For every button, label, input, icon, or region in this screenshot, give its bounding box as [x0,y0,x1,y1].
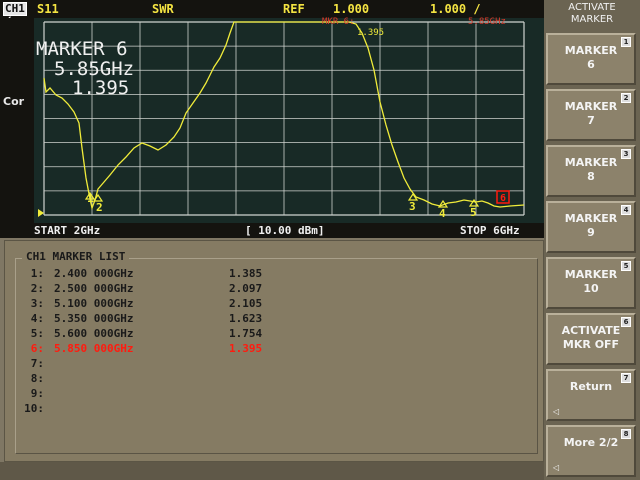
marker-3-label: 3 [409,200,416,213]
marker-frequency: 5.350 000GHz [54,312,134,325]
marker-frequency: 2.400 000GHz [54,267,134,280]
softkey-number-badge: 2 [621,93,631,103]
softkey-7[interactable]: Return 7 ◁ [546,369,636,421]
ref-marker-value: 1.395 [357,28,384,38]
reference-position-icon [38,209,44,217]
marker-index: 10: [24,402,44,415]
marker-list-title: CH1 MARKER LIST [22,250,130,263]
marker-list-row: 1: 2.400 000GHz 1.385 [22,266,262,281]
marker-swr-value: 2.105 [229,297,263,310]
submenu-arrow-icon: ◁ [553,407,560,416]
softkey-3[interactable]: MARKER 83 [546,145,636,197]
submenu-arrow-icon: ◁ [553,463,560,472]
softkey-number-badge: 3 [621,149,631,159]
marker-readout-value: 1.395 [72,77,130,99]
marker-frequency: 5.600 000GHz [54,327,134,340]
marker-index: 7: [30,357,44,370]
softkey-6[interactable]: ACTIVATE MKR OFF 6 [546,313,636,365]
marker-list-row: 7: [22,356,44,371]
softkey-menu-title: ACTIVATE MARKER [568,2,616,25]
marker-index: 2: [30,282,44,295]
marker-1[interactable]: 1 [84,191,96,205]
source-power: [ 10.00 dBm] [245,224,325,237]
marker-list-row: 3: 5.100 000GHz 2.105 [22,296,262,311]
marker-swr-value: 1.395 [229,342,263,355]
marker-readout-freq: 5.85GHz [54,58,135,80]
marker-frequency: 5.850 000GHz [54,342,134,355]
marker-4-label: 4 [439,207,446,220]
softkey-label: MARKER 8 [564,156,618,183]
softkey-4[interactable]: MARKER 94 [546,201,636,253]
softkey-number-badge: 6 [621,317,631,327]
marker-6-label: 6 [500,193,506,204]
softkey-number-badge: 8 [621,429,631,439]
marker-index: 6: [30,342,44,355]
marker-index: 5: [30,327,44,340]
stop-frequency: STOP 6GHz [460,224,520,237]
softkey-label: MARKER 9 [564,212,618,239]
marker-2-label: 2 [96,201,103,214]
softkey-label: MARKER 6 [564,44,618,71]
top-right-freq: 5.85GHz [468,17,506,27]
ref-marker-note: MKR 6: [322,17,355,27]
marker-6-active[interactable]: 6 [496,190,510,204]
softkey-label: ACTIVATE MKR OFF [561,324,621,351]
marker-list-row: 4: 5.350 000GHz 1.623 [22,311,262,326]
softkey-1[interactable]: MARKER 61 [546,33,636,85]
start-frequency: START 2GHz [34,224,101,237]
marker-swr-value: 1.754 [229,327,263,340]
marker-index: 1: [30,267,44,280]
marker-list-row: 2: 2.500 000GHz 2.097 [22,281,262,296]
marker-swr-value: 1.385 [229,267,263,280]
marker-index: 4: [30,312,44,325]
marker-index: 9: [30,387,44,400]
softkey-number-badge: 5 [621,261,631,271]
marker-5[interactable]: 5 [468,198,480,219]
bottom-strip [0,462,544,480]
marker-list-row: 9: [22,386,44,401]
softkey-number-badge: 1 [621,37,631,47]
softkey-2[interactable]: MARKER 72 [546,89,636,141]
marker-list-row: 5: 5.600 000GHz 1.754 [22,326,262,341]
marker-frequency: 5.100 000GHz [54,297,134,310]
marker-index: 3: [30,297,44,310]
marker-swr-value: 1.623 [229,312,263,325]
marker-5-label: 5 [470,206,477,219]
softkey-8[interactable]: More 2/2 8 ◁ [546,425,636,477]
softkey-number-badge: 4 [621,205,631,215]
marker-frequency: 2.500 000GHz [54,282,134,295]
marker-1-label: 1 [87,192,94,205]
softkey-label: MARKER 7 [564,100,618,127]
marker-swr-value: 2.097 [229,282,263,295]
marker-list-row: 6: 5.850 000GHz 1.395 [22,341,262,356]
softkey-number-badge: 7 [621,373,631,383]
marker-list-row: 10: [22,401,44,416]
marker-index: 8: [30,372,44,385]
softkey-5[interactable]: MARKER 10 5 [546,257,636,309]
marker-readout-title: MARKER 6 [36,38,128,60]
marker-list-row: 8: [22,371,44,386]
softkey-label: MARKER 10 [564,268,618,295]
